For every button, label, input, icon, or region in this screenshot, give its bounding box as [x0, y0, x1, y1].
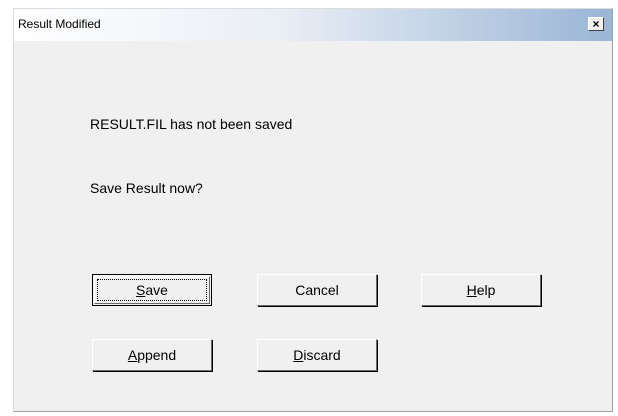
discard-button[interactable]: Discard — [257, 339, 377, 371]
save-button-label: Save — [136, 282, 168, 298]
save-mnemonic: S — [136, 282, 146, 298]
cancel-button-label: Cancel — [295, 282, 339, 298]
cancel-button[interactable]: Cancel — [257, 274, 377, 306]
discard-label-rest: iscard — [303, 347, 341, 363]
append-button-label: Append — [128, 347, 176, 363]
discard-mnemonic: D — [293, 347, 304, 363]
append-label-rest: ppend — [137, 347, 177, 363]
help-button-label: Help — [467, 282, 496, 298]
focus-rectangle: Save — [97, 279, 207, 301]
title-bar[interactable]: Result Modified × — [14, 9, 612, 41]
window-title: Result Modified — [18, 17, 101, 31]
message-save-prompt: Save Result now? — [90, 180, 203, 196]
save-label-rest: ave — [145, 282, 168, 298]
close-button[interactable]: × — [588, 17, 604, 31]
dialog-window: Result Modified × RESULT.FIL has not bee… — [13, 8, 613, 412]
close-icon: × — [592, 17, 600, 31]
help-mnemonic: H — [466, 282, 477, 298]
help-label-rest: elp — [476, 282, 496, 298]
save-button[interactable]: Save — [92, 274, 212, 306]
help-button[interactable]: Help — [421, 274, 541, 306]
append-button[interactable]: Append — [92, 339, 212, 371]
discard-button-label: Discard — [293, 347, 340, 363]
message-not-saved: RESULT.FIL has not been saved — [90, 116, 293, 132]
append-mnemonic: A — [127, 347, 138, 363]
